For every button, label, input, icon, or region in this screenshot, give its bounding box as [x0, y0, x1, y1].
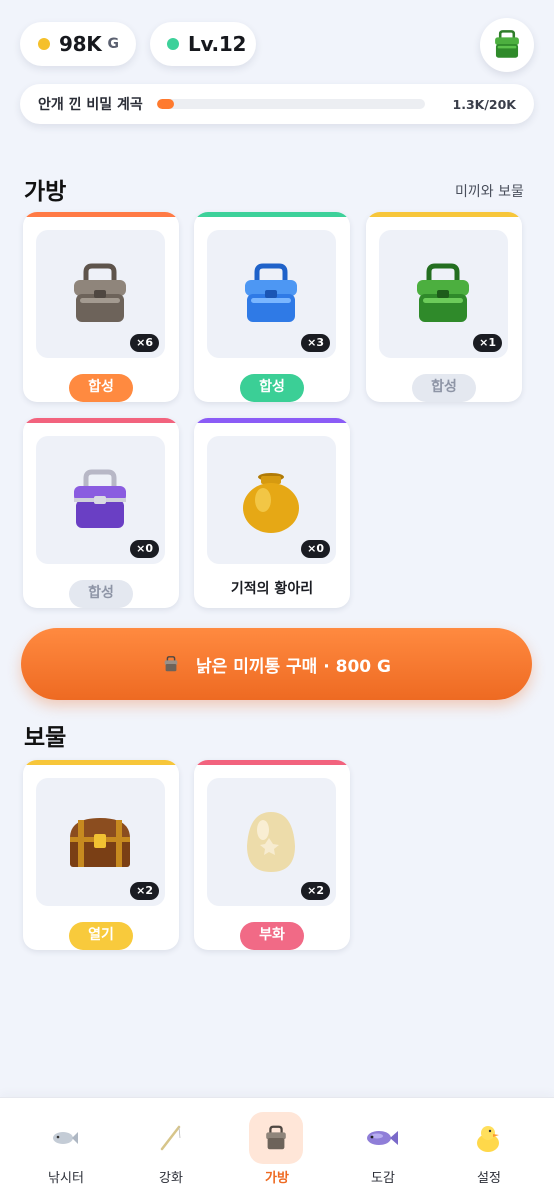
- open-button[interactable]: 열기: [69, 922, 133, 950]
- tab-label: 설정: [477, 1171, 501, 1186]
- gold-unit: G: [107, 36, 119, 52]
- bag-item-card-purple-box[interactable]: ×0 합성: [23, 418, 179, 608]
- item-name: 기적의 황아리: [230, 581, 314, 597]
- bag-section-title: 가방: [24, 179, 67, 205]
- tab-settings[interactable]: 설정: [434, 1098, 544, 1200]
- egg-icon: [247, 812, 295, 872]
- treasure-item-card-egg[interactable]: ×2 부화: [194, 760, 350, 950]
- item-well: ×2: [36, 778, 165, 906]
- purple-fish-icon: [355, 1112, 409, 1164]
- purple-bait-box-icon: [74, 469, 126, 528]
- duck-icon: [461, 1112, 515, 1164]
- card-color-bar: [194, 760, 350, 765]
- combine-button-disabled[interactable]: 합성: [69, 580, 133, 608]
- hatch-button[interactable]: 부화: [240, 922, 304, 950]
- tab-bag[interactable]: 가방: [222, 1098, 332, 1200]
- combine-button[interactable]: 합성: [240, 374, 304, 402]
- item-quantity: ×1: [473, 334, 502, 352]
- card-color-bar: [23, 760, 179, 765]
- item-quantity: ×0: [130, 540, 159, 558]
- level-badge[interactable]: Lv.12: [150, 22, 256, 66]
- gold-balance[interactable]: 98K G: [20, 22, 136, 66]
- combine-button-disabled[interactable]: 합성: [412, 374, 476, 402]
- buy-bait-box-button[interactable]: 낡은 미끼통 구매 · 800 G: [21, 628, 532, 700]
- quest-label: 안개 낀 비밀 계곡: [38, 97, 143, 113]
- tab-label: 가방: [265, 1171, 289, 1186]
- card-color-bar: [194, 418, 350, 423]
- item-well: ×0: [36, 436, 165, 564]
- card-color-bar: [23, 212, 179, 217]
- buy-button-label: 낡은 미끼통 구매 · 800 G: [196, 656, 391, 677]
- tab-label: 도감: [371, 1171, 395, 1186]
- blue-bait-box-icon: [245, 263, 297, 322]
- gold-value: 98K: [59, 32, 102, 56]
- item-quantity: ×2: [301, 882, 330, 900]
- green-bait-box-icon: [417, 263, 469, 322]
- card-color-bar: [366, 212, 522, 217]
- tab-collection[interactable]: 도감: [328, 1098, 438, 1200]
- bag-item-card-golden-jar[interactable]: ×0 기적의 황아리: [194, 418, 350, 608]
- item-quantity: ×3: [301, 334, 330, 352]
- treasure-chest-icon: [70, 818, 130, 867]
- treasure-item-card-chest[interactable]: ×2 열기: [23, 760, 179, 950]
- item-well: ×1: [379, 230, 508, 358]
- bag-item-card-blue-box[interactable]: ×3 합성: [194, 212, 350, 402]
- fish-icon: [38, 1112, 92, 1164]
- card-color-bar: [194, 212, 350, 217]
- fishing-rod-icon: [143, 1112, 197, 1164]
- treasure-section-title: 보물: [24, 725, 67, 751]
- quest-track: [156, 99, 425, 109]
- golden-jar-icon: [243, 473, 299, 533]
- gold-coin-icon: [38, 38, 50, 50]
- quest-count: 1.3K/20K: [452, 96, 516, 112]
- tab-fishing-spot[interactable]: 낚시터: [11, 1098, 121, 1200]
- item-well: ×0: [207, 436, 336, 564]
- tab-label: 강화: [159, 1171, 183, 1186]
- level-label: Lv.12: [188, 32, 247, 56]
- item-quantity: ×2: [130, 882, 159, 900]
- tab-label: 낚시터: [48, 1171, 84, 1186]
- tab-upgrade[interactable]: 강화: [116, 1098, 226, 1200]
- quest-fill: [156, 99, 175, 109]
- bottom-tab-bar: 낚시터 강화 가방 도감 설정: [0, 1097, 554, 1200]
- item-well: ×2: [207, 778, 336, 906]
- card-color-bar: [23, 418, 179, 423]
- item-well: ×3: [207, 230, 336, 358]
- bag-item-card-gray-box[interactable]: ×6 합성: [23, 212, 179, 402]
- gray-bait-box-icon: [74, 263, 126, 322]
- green-cooler-icon: [495, 30, 519, 58]
- item-quantity: ×6: [130, 334, 159, 352]
- bait-and-treasure-link[interactable]: 미끼와 보물: [455, 181, 524, 201]
- item-well: ×6: [36, 230, 165, 358]
- bait-box-icon: [249, 1112, 303, 1164]
- bag-item-card-green-box[interactable]: ×1 합성: [366, 212, 522, 402]
- bait-box-icon: [164, 656, 178, 672]
- combine-button[interactable]: 합성: [69, 374, 133, 402]
- avatar[interactable]: [480, 18, 534, 72]
- item-quantity: ×0: [301, 540, 330, 558]
- level-dot-icon: [167, 38, 179, 50]
- quest-progress-bar[interactable]: 안개 낀 비밀 계곡 1.3K/20K: [20, 84, 534, 124]
